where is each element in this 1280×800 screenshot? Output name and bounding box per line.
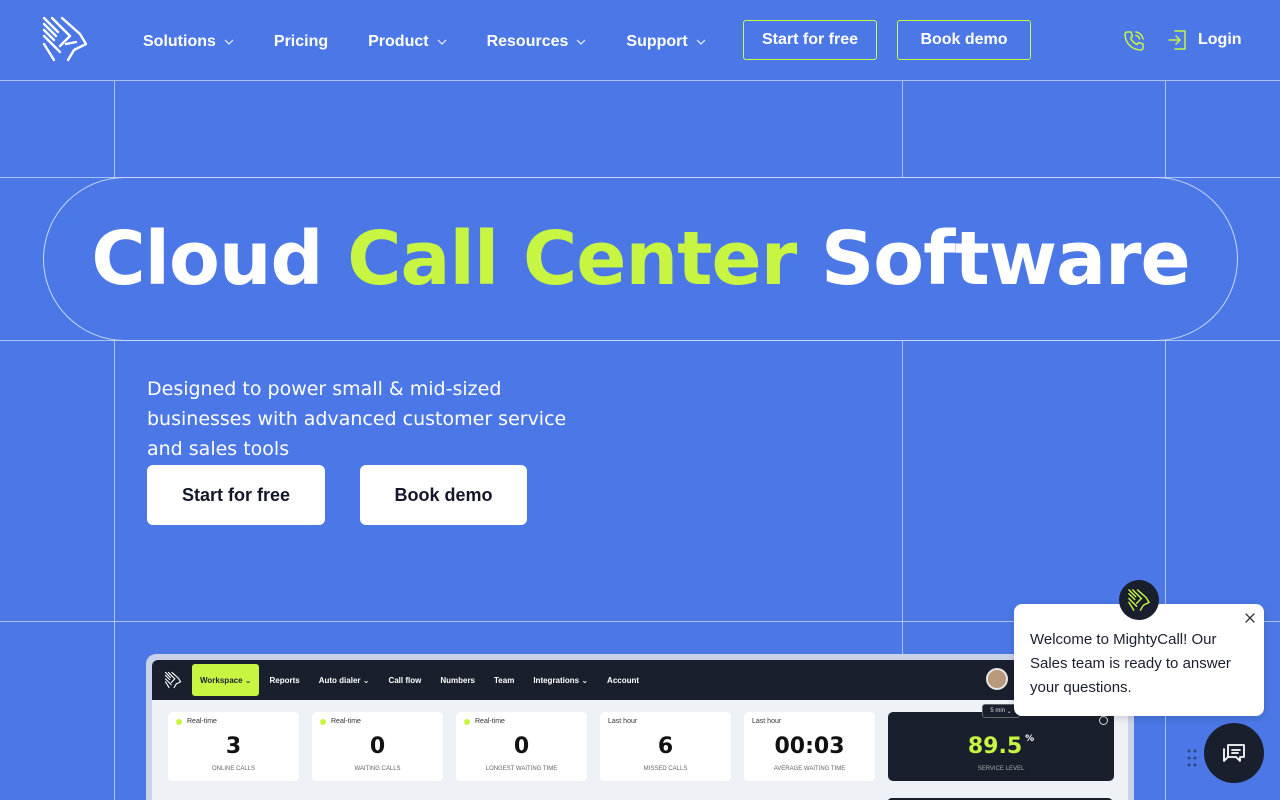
nav-resources-label: Resources xyxy=(486,33,569,50)
chat-welcome-message: Welcome to MightyCall! Our Sales team is… xyxy=(1030,631,1231,696)
hero-title-part2: Software xyxy=(796,216,1191,302)
dashboard-tab-team: Team xyxy=(494,675,515,685)
stat-card-service-level: 5 min ⌄ 89.5% SERVICE LEVEL xyxy=(888,704,1114,781)
live-dot-icon xyxy=(320,718,326,725)
stat-card-value: 6 xyxy=(657,734,674,759)
stat-card-period: Real-time xyxy=(187,718,217,725)
stat-card-value: 0 xyxy=(369,734,386,759)
nav-solutions-label: Solutions xyxy=(143,33,216,50)
dashboard-preview: Workspace ⌄ Reports Auto dialer ⌄ Call f… xyxy=(146,654,1134,800)
dashboard-tab-label: Workspace xyxy=(200,675,243,685)
live-dot-icon xyxy=(176,718,182,725)
stat-card-label: Last hour xyxy=(608,718,638,725)
stat-card-caption: AVERAGE WAITING TIME xyxy=(773,766,846,772)
stat-card-caption: SERVICE LEVEL xyxy=(977,766,1025,772)
hero-subtitle: Designed to power small & mid-sized busi… xyxy=(147,378,567,460)
service-level-value: 89.5% xyxy=(888,734,1114,759)
stat-card-missed-calls: Last hour 6 MISSED CALLS xyxy=(600,712,731,781)
stat-card-value: 0 xyxy=(513,734,530,759)
stat-card-caption: WAITING CALLS xyxy=(354,766,401,772)
stat-card-waiting-calls: Real-time 0 WAITING CALLS xyxy=(312,712,443,781)
stat-card-period: Real-time xyxy=(331,718,361,725)
dashboard-logo-icon xyxy=(164,671,182,689)
chevron-down-icon xyxy=(224,39,234,45)
stat-card-caption: LONGEST WAITING TIME xyxy=(485,766,558,772)
stat-card-caption: ONLINE CALLS xyxy=(211,766,256,772)
stat-card-label: Real-time xyxy=(464,718,505,725)
hero-title-pill: Cloud Call Center Software xyxy=(43,177,1238,341)
nav-pricing[interactable]: Pricing xyxy=(274,30,328,54)
nav-pricing-label: Pricing xyxy=(273,33,329,50)
stat-card-label: Real-time xyxy=(176,718,217,725)
chat-welcome-bubble[interactable]: Welcome to MightyCall! Our Sales team is… xyxy=(1014,604,1264,716)
nav-product[interactable]: Product xyxy=(368,30,446,54)
header-book-demo-button[interactable]: Book demo xyxy=(897,20,1031,60)
chevron-down-icon xyxy=(437,39,446,45)
dashboard-tab-reports: Reports xyxy=(269,675,300,685)
stat-card-label: Real-time xyxy=(320,718,361,725)
service-level-unit: % xyxy=(1025,734,1035,744)
dashboard-tab-label: Integrations xyxy=(533,675,580,685)
chevron-down-icon xyxy=(577,39,586,45)
mightycall-logo-icon xyxy=(1128,589,1151,611)
nav-product-label: Product xyxy=(368,33,429,50)
stat-card-caption: MISSED CALLS xyxy=(643,766,688,772)
stat-card-label: Last hour xyxy=(752,718,782,725)
dashboard-avatar xyxy=(986,668,1008,690)
nav-resources[interactable]: Resources xyxy=(487,30,587,54)
dashboard-topbar: Workspace ⌄ Reports Auto dialer ⌄ Call f… xyxy=(152,660,1128,700)
nav-solutions[interactable]: Solutions xyxy=(143,30,234,54)
nav-support[interactable]: Support xyxy=(626,30,706,54)
dashboard-tab-workspace: Workspace ⌄ xyxy=(192,664,260,696)
dashboard-tab-integrations: Integrations ⌄ xyxy=(533,675,589,685)
live-dot-icon xyxy=(464,718,470,725)
phone-icon[interactable] xyxy=(1122,29,1146,53)
chat-agent-avatar xyxy=(1119,580,1159,620)
mightycall-logo[interactable] xyxy=(40,14,90,64)
stat-card-period: Real-time xyxy=(475,718,505,725)
period-label: 5 min xyxy=(990,708,1005,714)
chat-icon xyxy=(1223,744,1245,762)
service-level-number: 89.5 xyxy=(967,734,1023,759)
hero-title-part1: Cloud xyxy=(91,216,348,302)
header-start-free-button[interactable]: Start for free xyxy=(743,20,877,60)
stat-card-online-calls: Real-time 3 ONLINE CALLS xyxy=(168,712,299,781)
settings-icon xyxy=(1099,716,1108,725)
hero-start-free-button[interactable]: Start for free xyxy=(147,465,325,525)
stat-card-value: 00:03 xyxy=(774,734,845,759)
stat-card-longest-waiting: Real-time 0 LONGEST WAITING TIME xyxy=(456,712,587,781)
site-header: Solutions Pricing Product Resources Supp… xyxy=(0,0,1280,81)
dashboard-screen: Workspace ⌄ Reports Auto dialer ⌄ Call f… xyxy=(152,660,1128,800)
dashboard-tab-label: Auto dialer xyxy=(318,675,361,685)
chevron-down-icon xyxy=(696,39,706,45)
dashboard-tab-numbers: Numbers xyxy=(440,675,476,685)
stat-card-average-waiting: Last hour 00:03 AVERAGE WAITING TIME xyxy=(744,712,875,781)
nav-support-label: Support xyxy=(626,33,688,50)
dashboard-tab-auto-dialer: Auto dialer ⌄ xyxy=(318,675,370,685)
close-icon[interactable] xyxy=(1243,611,1257,625)
stat-card-value: 3 xyxy=(225,734,242,759)
dashboard-tab-account: Account xyxy=(607,675,640,685)
hero-title: Cloud Call Center Software xyxy=(91,216,1191,302)
hero-title-accent: Call Center xyxy=(347,216,797,302)
dashboard-cards: Real-time 3 ONLINE CALLS Real-time 0 WAI… xyxy=(168,704,1114,781)
hero-book-demo-button[interactable]: Book demo xyxy=(360,465,527,525)
login-label: Login xyxy=(1198,31,1242,48)
chat-launcher-button[interactable] xyxy=(1204,723,1264,783)
drag-handle-icon[interactable] xyxy=(1186,748,1198,768)
main-nav: Solutions Pricing Product Resources Supp… xyxy=(143,30,706,54)
login-icon xyxy=(1168,30,1186,50)
dashboard-tab-call-flow: Call flow xyxy=(388,675,422,685)
login-link[interactable]: Login xyxy=(1168,29,1242,51)
